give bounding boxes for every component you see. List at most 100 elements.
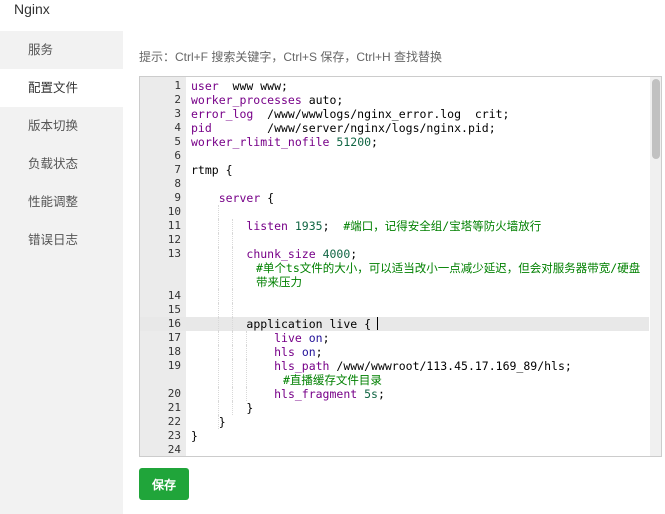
code-line: 10 xyxy=(140,205,649,219)
code-text: hls_fragment 5s; xyxy=(191,387,649,401)
sidebar-item-error-log[interactable]: 错误日志 xyxy=(0,221,123,259)
line-number: 8 xyxy=(174,177,181,190)
save-button[interactable]: 保存 xyxy=(139,468,189,500)
code-value: application live { xyxy=(246,317,372,331)
code-line: 2 worker_processes auto; xyxy=(140,93,649,107)
sidebar: 服务 配置文件 版本切换 负载状态 性能调整 错误日志 xyxy=(0,31,123,514)
line-number: 24 xyxy=(167,443,181,456)
code-text: worker_processes auto; xyxy=(191,93,649,107)
code-keyword: server xyxy=(218,191,261,205)
line-number: 12 xyxy=(167,233,181,246)
code-value: { xyxy=(260,191,275,205)
code-comment: #单个ts文件的大小，可以适当改小一点减少延迟，但会对服务器带宽/硬盘带来压力 xyxy=(256,261,641,289)
code-keyword: hls_fragment xyxy=(274,387,358,401)
code-text: hls_path /www/wwwroot/113.45.17.169_89/h… xyxy=(191,359,649,373)
code-line: 11 listen 1935; #端口，记得安全组/宝塔等防火墙放行 xyxy=(140,219,649,233)
line-number: 3 xyxy=(174,107,181,120)
line-number: 6 xyxy=(174,149,181,162)
code-comment: #直播缓存文件目录 xyxy=(283,373,382,387)
line-number: 22 xyxy=(167,415,181,428)
code-text: worker_rlimit_nofile 51200; xyxy=(191,135,649,149)
code-line: 9 server { xyxy=(140,191,649,205)
line-number: 9 xyxy=(174,191,181,204)
line-number: 10 xyxy=(167,205,181,218)
code-keyword: error_log xyxy=(191,107,254,121)
code-text: user www www; xyxy=(191,79,649,93)
sidebar-item-service[interactable]: 服务 xyxy=(0,31,123,69)
code-text: rtmp { xyxy=(191,163,233,177)
indent-guide xyxy=(232,289,233,303)
code-line-active: 16 application live { xyxy=(140,317,649,331)
code-number: 51200 xyxy=(336,135,372,149)
line-number: 1 xyxy=(174,79,181,92)
code-line: 15 xyxy=(140,303,649,317)
sidebar-item-performance-tuning[interactable]: 性能调整 xyxy=(0,183,123,221)
window-titlebar: Nginx xyxy=(0,0,665,30)
sidebar-item-load-status[interactable]: 负载状态 xyxy=(0,145,123,183)
line-number: 4 xyxy=(174,121,181,134)
line-number: 18 xyxy=(167,345,181,358)
code-line: 8 xyxy=(140,177,649,191)
code-semicolon: ; xyxy=(371,135,378,149)
code-semicolon: ; xyxy=(377,387,385,401)
code-text: } xyxy=(191,415,649,429)
indent-guide xyxy=(218,233,219,247)
code-line: 23 } xyxy=(140,429,649,443)
indent-guide xyxy=(232,303,233,317)
code-text: live on; xyxy=(191,331,649,345)
code-line: 1 user www www; xyxy=(140,79,649,93)
code-text: hls on; xyxy=(191,345,649,359)
code-keyword: pid xyxy=(191,121,212,135)
code-semicolon: ; xyxy=(350,247,358,261)
code-semicolon: ; xyxy=(315,345,323,359)
code-line: 20 hls_fragment 5s; xyxy=(140,387,649,401)
code-text: application live { xyxy=(191,317,649,331)
editor-scrollbar[interactable] xyxy=(650,77,661,456)
line-number: 21 xyxy=(167,401,181,414)
shortcut-tip: 提示：Ctrl+F 搜索关键字，Ctrl+S 保存，Ctrl+H 查找替换 xyxy=(139,50,443,64)
code-line: 21 } xyxy=(140,401,649,415)
code-line: 13 chunk_size 4000; #单个ts文件的大小，可以适当改小一点减… xyxy=(140,247,649,289)
code-line: 19 hls_path /www/wwwroot/113.45.17.169_8… xyxy=(140,359,649,387)
indent-guide xyxy=(218,303,219,317)
code-value: /www/server/nginx/logs/nginx.pid; xyxy=(211,121,496,135)
code-lines: 1 user www www; 2 worker_processes auto;… xyxy=(140,79,649,456)
line-number: 5 xyxy=(174,135,181,148)
code-text: error_log /www/wwwlogs/nginx_error.log c… xyxy=(191,107,649,121)
code-text: } xyxy=(191,401,649,415)
code-editor[interactable]: 1 user www www; 2 worker_processes auto;… xyxy=(139,76,662,457)
code-atom: on xyxy=(301,345,316,359)
code-line: 5 worker_rlimit_nofile 51200; xyxy=(140,135,649,149)
code-value: auto; xyxy=(301,93,344,107)
line-number: 20 xyxy=(167,387,181,400)
line-number: 13 xyxy=(167,247,181,260)
sidebar-item-config-file[interactable]: 配置文件 xyxy=(0,69,123,107)
line-number: 11 xyxy=(167,219,181,232)
code-text: server { xyxy=(191,191,649,205)
line-number: 15 xyxy=(167,303,181,316)
code-value: } xyxy=(246,401,254,415)
code-number: 5s xyxy=(364,387,378,401)
line-number: 14 xyxy=(167,289,181,302)
code-line: 24 xyxy=(140,443,649,456)
code-keyword: live xyxy=(274,331,302,345)
code-text: } xyxy=(191,429,198,443)
code-text: listen 1935; #端口，记得安全组/宝塔等防火墙放行 xyxy=(191,219,649,233)
code-keyword: listen xyxy=(246,219,288,233)
code-keyword: worker_processes xyxy=(191,93,302,107)
code-line: 22 } xyxy=(140,415,649,429)
code-line: 17 live on; xyxy=(140,331,649,345)
code-keyword: worker_rlimit_nofile xyxy=(191,135,330,149)
code-keyword: chunk_size xyxy=(246,247,316,261)
line-number: 19 xyxy=(167,359,181,372)
sidebar-item-version-switch[interactable]: 版本切换 xyxy=(0,107,123,145)
line-number: 16 xyxy=(167,317,181,330)
indent-guide xyxy=(218,205,219,219)
code-line: 7 rtmp { xyxy=(140,163,649,177)
code-comment: #端口，记得安全组/宝塔等防火墙放行 xyxy=(343,219,542,233)
code-value: /www/wwwroot/113.45.17.169_89/hls; xyxy=(329,359,572,373)
code-line: 6 xyxy=(140,149,649,163)
line-number: 2 xyxy=(174,93,181,106)
code-keyword: hls_path xyxy=(274,359,330,373)
scrollbar-thumb[interactable] xyxy=(652,79,660,159)
